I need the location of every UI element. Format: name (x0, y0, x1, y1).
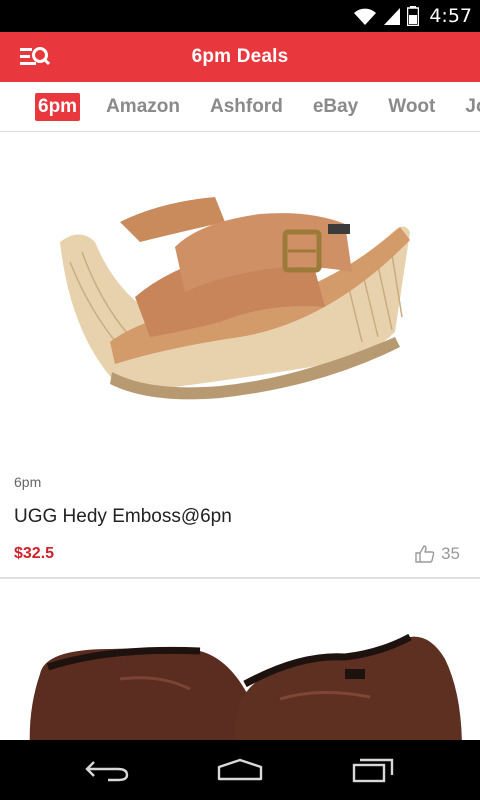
clock: 4:57 (429, 5, 472, 27)
deal-price: $32.5 (14, 545, 55, 562)
wifi-icon (354, 8, 377, 25)
deal-title[interactable]: UGG Hedy Emboss@6pn (14, 506, 232, 528)
product-image (29, 633, 462, 740)
screen: 4:57 6pm Deals 6pm Amazon Ashford eBay W… (0, 0, 480, 800)
recent-apps-button[interactable] (343, 750, 403, 790)
thumbs-up-icon (415, 545, 435, 563)
home-button[interactable] (210, 750, 270, 790)
product-image (60, 197, 410, 400)
tab-woot[interactable]: Woot (384, 93, 439, 121)
deals-feed[interactable]: 6pm UGG Hedy Emboss@6pn $32.5 35 (0, 132, 480, 740)
back-icon (84, 761, 128, 782)
deal-store: 6pm (14, 474, 42, 490)
tab-6pm[interactable]: 6pm (35, 92, 81, 121)
status-bar: 4:57 (0, 0, 480, 32)
tab-jor[interactable]: Jor (461, 93, 480, 121)
search-menu-icon (20, 47, 51, 66)
tab-ashford[interactable]: Ashford (206, 93, 287, 121)
recent-apps-icon (353, 758, 394, 783)
deal-card[interactable]: 6pm UGG Hedy Emboss@6pn $32.5 35 (0, 132, 480, 578)
navigation-bar (0, 740, 480, 800)
home-icon (217, 758, 263, 781)
store-tabs: 6pm Amazon Ashford eBay Woot Jor (0, 82, 480, 132)
deal-card[interactable] (0, 578, 480, 740)
tab-ebay[interactable]: eBay (309, 93, 362, 121)
signal-icon (384, 8, 401, 25)
app-bar: 6pm Deals (0, 32, 480, 82)
battery-icon (407, 6, 420, 26)
back-button[interactable] (77, 750, 137, 790)
page-title: 6pm Deals (191, 46, 289, 67)
like-count: 35 (441, 544, 460, 563)
tab-amazon[interactable]: Amazon (102, 93, 184, 121)
like-button[interactable]: 35 (415, 544, 460, 564)
search-menu-button[interactable] (18, 42, 54, 72)
